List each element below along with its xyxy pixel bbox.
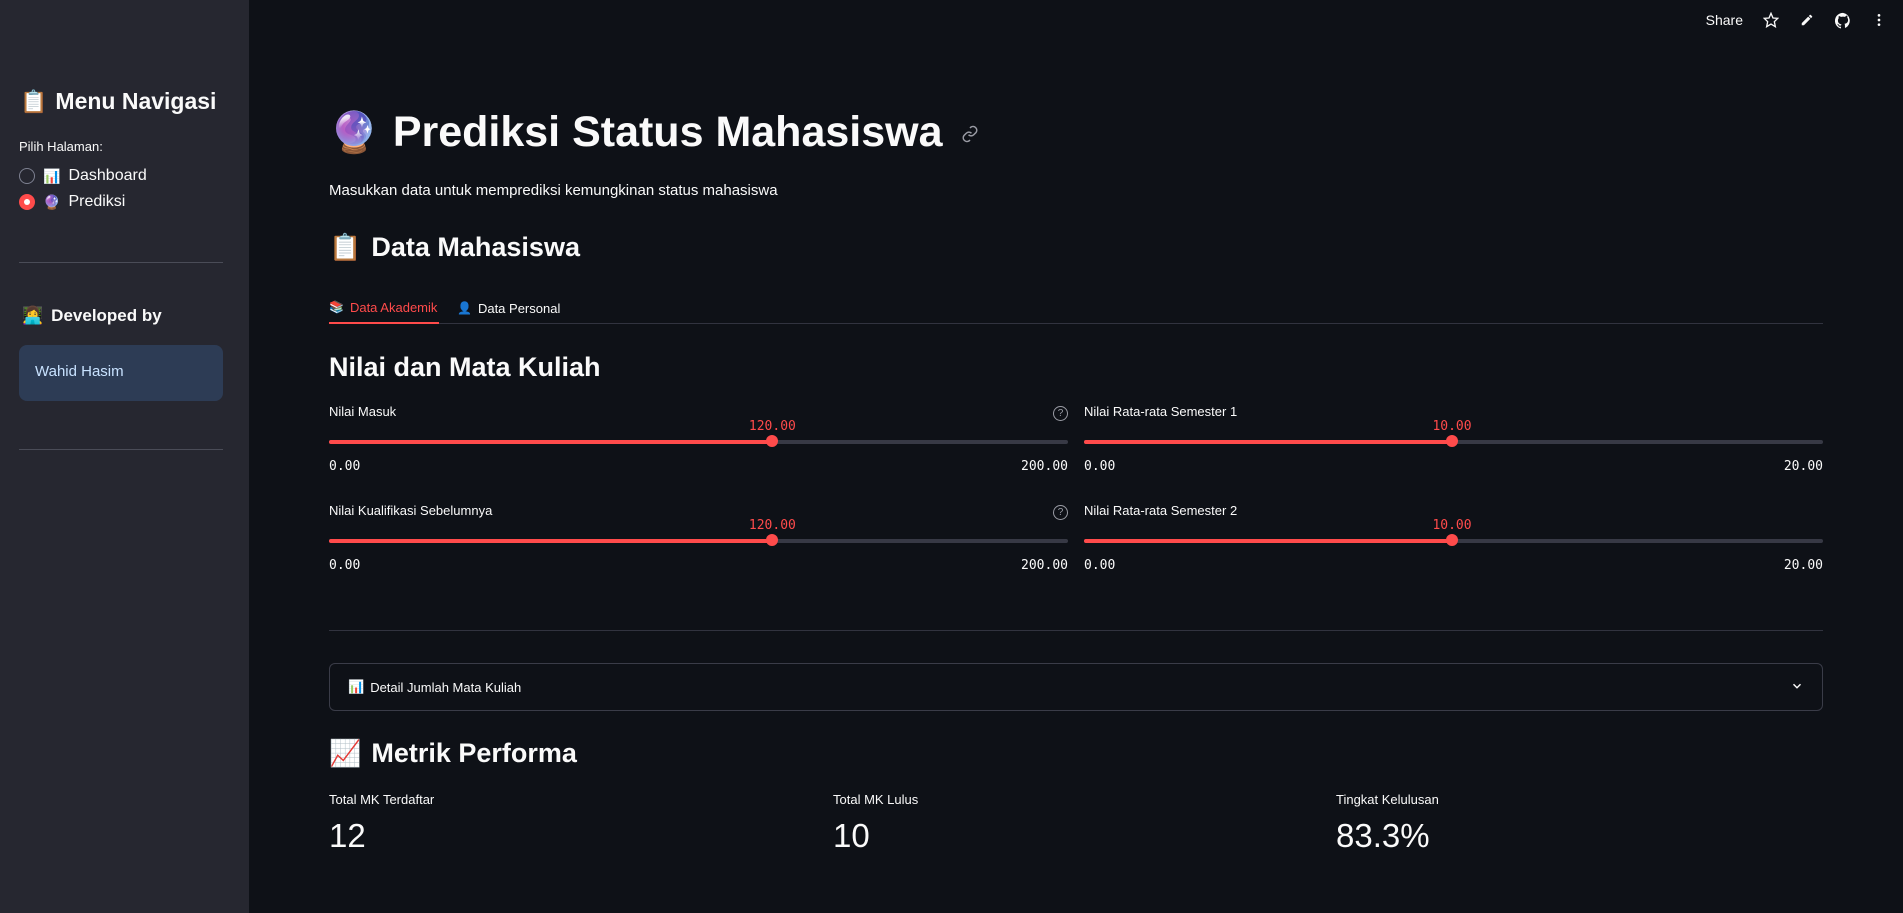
slider-max: 200.00 <box>1021 459 1068 474</box>
slider-thumb[interactable] <box>766 534 779 546</box>
expander-label: Detail Jumlah Mata Kuliah <box>370 679 522 695</box>
developer-info-box: Wahid Hasim <box>19 345 223 401</box>
sidebar-divider <box>19 262 223 263</box>
tab-bar: 📚 Data Akademik 👤 Data Personal <box>329 290 1823 324</box>
metric-tingkat-kelulusan: Tingkat Kelulusan 83.3% <box>1336 792 1439 855</box>
page-title-text: Prediksi Status Mahasiswa <box>392 108 943 156</box>
slider-fill <box>329 539 773 543</box>
chart-up-icon: 📈 <box>329 738 362 768</box>
slider-label: Nilai Rata-rata Semester 2 <box>1084 503 1238 518</box>
radio-option-dashboard[interactable]: 📊 Dashboard <box>19 167 147 185</box>
slider-nilai-kualifikasi: Nilai Kualifikasi Sebelumnya ? 120.00 0.… <box>329 503 1068 583</box>
section-heading-text: Metrik Performa <box>371 738 577 768</box>
slider-min: 0.00 <box>329 558 361 573</box>
slider-max: 200.00 <box>1021 558 1068 573</box>
metric-value: 10 <box>833 817 870 854</box>
slider-thumb[interactable] <box>1446 534 1459 546</box>
slider-nilai-semester-2: Nilai Rata-rata Semester 2 10.00 0.00 20… <box>1084 503 1823 583</box>
developer-icon: 👩‍💻 <box>22 306 44 325</box>
subsection-heading: Nilai dan Mata Kuliah <box>329 352 601 382</box>
page-subtitle: Masukkan data untuk memprediksi kemungki… <box>329 182 778 199</box>
slider-thumb[interactable] <box>766 435 779 447</box>
section-divider <box>329 630 1823 631</box>
slider-label: Nilai Rata-rata Semester 1 <box>1084 404 1238 419</box>
tab-label: Data Akademik <box>349 299 438 315</box>
radio-option-label: Prediksi <box>68 193 126 210</box>
github-icon[interactable] <box>1835 12 1851 28</box>
metric-label: Total MK Terdaftar <box>329 792 435 807</box>
chart-icon: 📊 <box>348 679 365 694</box>
slider-nilai-semester-1: Nilai Rata-rata Semester 1 10.00 0.00 20… <box>1084 404 1823 484</box>
tab-label: Data Personal <box>477 300 561 316</box>
books-icon: 📚 <box>329 300 344 314</box>
slider-fill <box>329 440 773 444</box>
toolbar: Share <box>1706 12 1887 28</box>
chevron-down-icon[interactable] <box>1790 679 1804 696</box>
slider-min: 0.00 <box>1084 459 1116 474</box>
slider-min: 0.00 <box>329 459 361 474</box>
expander-detail-mata-kuliah[interactable]: 📊 Detail Jumlah Mata Kuliah <box>329 663 1823 711</box>
slider-thumb[interactable] <box>1446 435 1459 447</box>
crystal-ball-icon: 🔮 <box>329 111 379 155</box>
slider-label: Nilai Kualifikasi Sebelumnya <box>329 503 493 518</box>
slider-value: 10.00 <box>1432 419 1472 434</box>
slider-value: 120.00 <box>748 419 796 434</box>
slider-track[interactable] <box>329 534 1068 546</box>
metric-total-terdaftar: Total MK Terdaftar 12 <box>329 792 434 855</box>
slider-track[interactable] <box>1084 534 1823 546</box>
clipboard-icon: 📋 <box>20 88 48 114</box>
more-vertical-icon[interactable] <box>1871 12 1887 28</box>
metric-value: 83.3% <box>1336 817 1430 854</box>
slider-nilai-masuk: Nilai Masuk ? 120.00 0.00 200.00 <box>329 404 1068 484</box>
sidebar-divider <box>19 449 223 450</box>
slider-fill <box>1084 539 1453 543</box>
share-button[interactable]: Share <box>1706 12 1743 28</box>
user-icon: 👤 <box>457 301 472 315</box>
edit-icon[interactable] <box>1799 12 1815 28</box>
metric-value: 12 <box>329 817 366 854</box>
slider-value: 120.00 <box>748 518 796 533</box>
slider-fill <box>1084 440 1453 444</box>
tab-data-akademik[interactable]: 📚 Data Akademik <box>329 292 439 324</box>
link-icon[interactable] <box>961 125 979 148</box>
star-icon[interactable] <box>1763 12 1779 28</box>
metric-total-lulus: Total MK Lulus 10 <box>833 792 918 855</box>
page-select-label: Pilih Halaman: <box>19 139 103 154</box>
page-title: 🔮 Prediksi Status Mahasiswa <box>329 108 979 157</box>
slider-max: 20.00 <box>1783 558 1823 573</box>
radio-button[interactable] <box>19 168 35 184</box>
radio-option-prediksi[interactable]: 🔮 Prediksi <box>19 193 125 211</box>
section-heading-data-mahasiswa: 📋 Data Mahasiswa <box>329 232 580 263</box>
developer-heading: 👩‍💻 Developed by <box>22 306 162 326</box>
slider-value: 10.00 <box>1432 518 1472 533</box>
metric-label: Tingkat Kelulusan <box>1336 792 1439 807</box>
sidebar-title: 📋 Menu Navigasi <box>20 88 216 115</box>
sidebar: 📋 Menu Navigasi Pilih Halaman: 📊 Dashboa… <box>0 0 249 913</box>
slider-track[interactable] <box>329 435 1068 447</box>
crystal-ball-icon: 🔮 <box>43 193 61 210</box>
clipboard-icon: 📋 <box>329 232 362 262</box>
slider-min: 0.00 <box>1084 558 1116 573</box>
help-icon[interactable]: ? <box>1053 505 1068 520</box>
metric-label: Total MK Lulus <box>833 792 919 807</box>
section-heading-metrik: 📈 Metrik Performa <box>329 738 577 769</box>
sidebar-title-text: Menu Navigasi <box>55 88 217 114</box>
section-heading-text: Data Mahasiswa <box>371 232 580 262</box>
slider-label: Nilai Masuk <box>329 404 397 419</box>
slider-max: 20.00 <box>1783 459 1823 474</box>
tab-data-personal[interactable]: 👤 Data Personal <box>457 292 560 324</box>
developer-heading-text: Developed by <box>51 306 162 325</box>
chart-icon: 📊 <box>43 167 61 184</box>
slider-track[interactable] <box>1084 435 1823 447</box>
radio-button-selected[interactable] <box>19 194 35 210</box>
help-icon[interactable]: ? <box>1053 406 1068 421</box>
radio-option-label: Dashboard <box>68 167 147 184</box>
